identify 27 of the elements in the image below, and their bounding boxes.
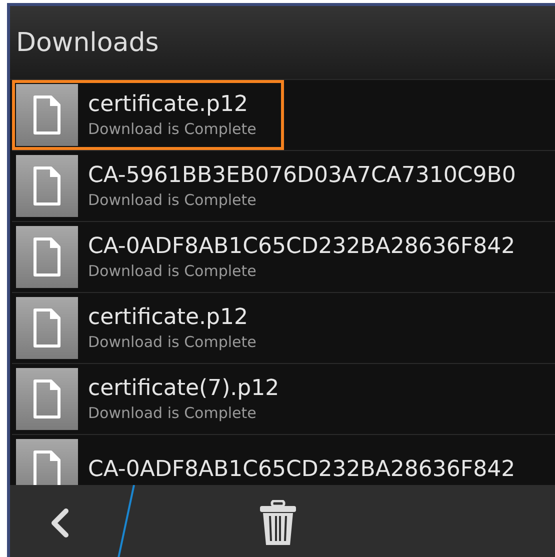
download-status: Download is Complete: [88, 332, 256, 352]
file-icon: [33, 166, 61, 206]
file-name: CA-0ADF8AB1C65CD232BA28636F842: [88, 456, 516, 484]
file-icon: [33, 237, 61, 277]
file-name: certificate.p12: [88, 91, 249, 119]
download-item[interactable]: CA-0ADF8AB1C65CD232BA28636F842 Download is Complete: [12, 222, 555, 292]
file-icon: [33, 379, 61, 419]
download-status: Download is Complete: [88, 261, 258, 281]
file-icon: [33, 95, 61, 135]
file-icon: [33, 308, 61, 348]
download-item[interactable]: certificate.p12 Download is Complete: [12, 293, 555, 363]
divider-line: [116, 485, 136, 557]
download-item[interactable]: CA-0ADF8AB1C65CD232BA28636F842: [12, 435, 555, 485]
download-item[interactable]: certificate(7).p12 Download is Complete: [12, 364, 555, 434]
file-name: certificate.p12: [88, 304, 249, 332]
chevron-left-icon: [50, 508, 70, 538]
download-status: Download is Complete: [88, 119, 256, 139]
download-status: Download is Complete: [88, 190, 258, 210]
download-item[interactable]: certificate.p12 Download is Complete: [12, 80, 284, 150]
file-name: CA-5961BB3EB076D03A7CA7310C9B0: [88, 162, 516, 190]
file-name: CA-0ADF8AB1C65CD232BA28636F842: [88, 233, 516, 261]
download-status: Download is Complete: [88, 403, 258, 423]
file-icon: [33, 450, 61, 485]
trash-icon: [259, 500, 297, 546]
page-title: Downloads: [16, 28, 159, 58]
download-item[interactable]: CA-5961BB3EB076D03A7CA7310C9B0 Download is Complete: [12, 151, 555, 221]
file-name: certificate(7).p12: [88, 375, 280, 403]
